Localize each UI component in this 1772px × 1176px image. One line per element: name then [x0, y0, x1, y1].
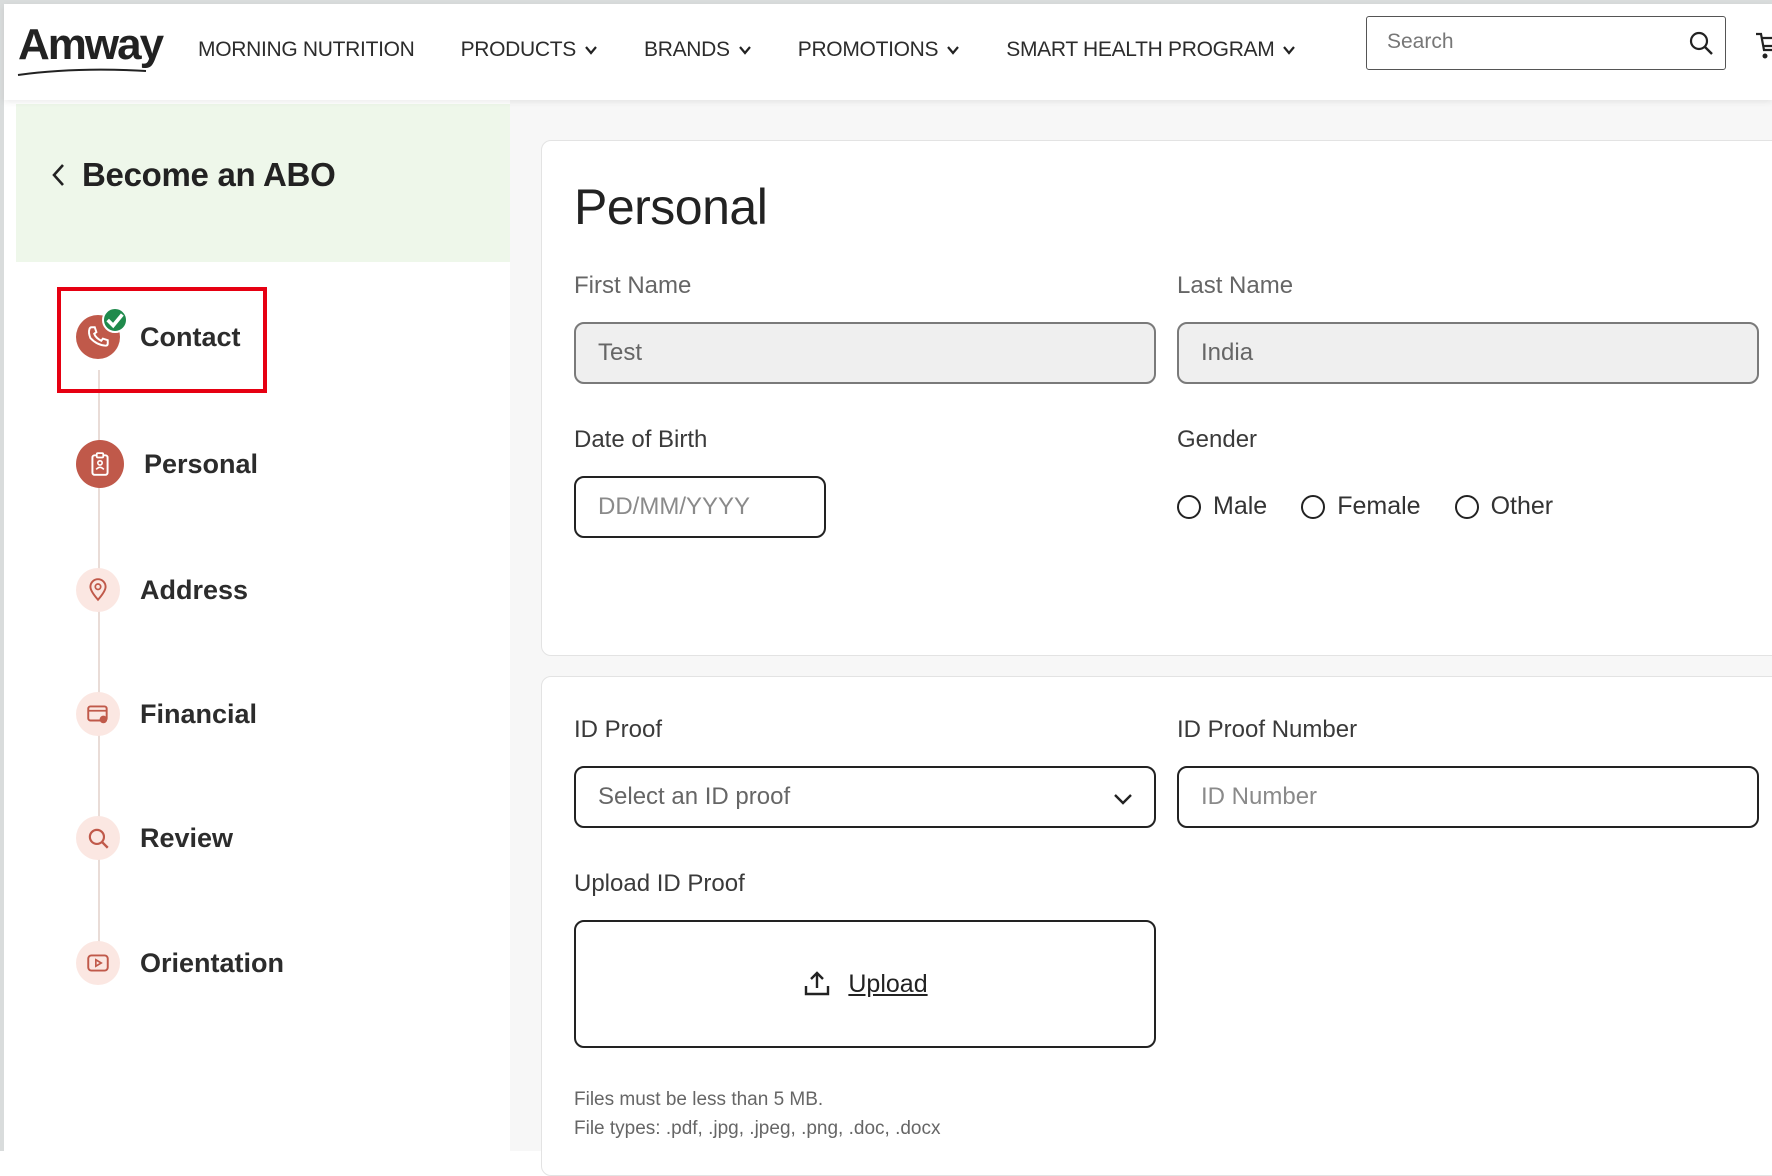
radio-circle	[1301, 494, 1326, 519]
id-number-field	[1177, 766, 1759, 828]
frame-left	[0, 0, 4, 1151]
search-input[interactable]	[1385, 29, 1669, 55]
nav-label: MORNING NUTRITION	[198, 38, 415, 61]
step-financial[interactable]: Financial	[76, 692, 257, 736]
step-icon-circle	[76, 941, 120, 985]
step-icon-circle	[76, 568, 120, 612]
radio-circle	[1177, 494, 1201, 519]
last-name-field[interactable]: India	[1177, 322, 1759, 384]
step-icon-circle	[76, 816, 120, 860]
last-name-label: Last Name	[1177, 272, 1294, 299]
logo-swoosh-icon	[17, 68, 147, 76]
first-name-value: Test	[598, 339, 643, 366]
step-label: Contact	[140, 321, 241, 352]
radio-label: Male	[1213, 492, 1268, 520]
dob-field	[574, 476, 826, 538]
magnifier-icon	[88, 828, 109, 849]
first-name-field[interactable]: Test	[574, 322, 1156, 384]
dob-label: Date of Birth	[574, 426, 708, 453]
first-name-label: First Name	[574, 272, 692, 299]
step-icon-circle	[76, 440, 124, 488]
chevron-down-icon	[1283, 46, 1296, 55]
step-label: Review	[140, 822, 234, 853]
chevron-down-icon	[585, 46, 597, 55]
nav-brands[interactable]: BRANDS	[644, 38, 752, 62]
last-name-value: India	[1201, 339, 1254, 366]
upload-id-proof-label: Upload ID Proof	[574, 870, 745, 897]
step-review[interactable]: Review	[76, 816, 233, 860]
step-icon-circle	[76, 307, 128, 359]
id-proof-select[interactable]: Select an ID proof	[574, 766, 1156, 828]
back-link[interactable]: Become an ABO	[48, 156, 336, 194]
gender-radio-group: Male Female Other	[1177, 492, 1587, 521]
cart-icon[interactable]	[1752, 30, 1772, 62]
id-number-input[interactable]	[1201, 783, 1757, 811]
nav-label: PRODUCTS	[460, 38, 577, 61]
site-header: Amway MORNING NUTRITION PRODUCTS BRANDS …	[4, 4, 1772, 100]
id-proof-select-value: Select an ID proof	[598, 783, 791, 810]
page-title: Personal	[574, 179, 768, 235]
play-icon	[87, 954, 109, 972]
upload-icon	[805, 971, 830, 996]
file-types-note: File types: .pdf, .jpg, .jpeg, .png, .do…	[574, 1118, 941, 1139]
amway-logo[interactable]: Amway	[18, 20, 164, 70]
gender-label: Gender	[1177, 426, 1258, 453]
step-label: Personal	[144, 448, 259, 479]
step-orientation[interactable]: Orientation	[76, 941, 284, 985]
radio-label: Other	[1490, 492, 1554, 520]
nav-smart-health-program[interactable]: SMART HEALTH PROGRAM	[1006, 38, 1296, 62]
clipboard-icon	[91, 452, 109, 476]
step-label: Financial	[140, 698, 258, 729]
search-box	[1366, 16, 1726, 70]
chevron-down-icon	[1114, 794, 1132, 805]
gender-other-radio[interactable]: Other	[1454, 492, 1554, 521]
upload-label: Upload	[848, 969, 928, 998]
radio-label: Female	[1337, 492, 1421, 520]
completed-check-icon	[102, 307, 128, 333]
chevron-down-icon	[947, 46, 960, 55]
file-size-note: Files must be less than 5 MB.	[574, 1089, 824, 1110]
search-icon[interactable]	[1687, 29, 1715, 57]
gender-male-radio[interactable]: Male	[1177, 492, 1267, 521]
step-label: Orientation	[140, 947, 285, 978]
step-address[interactable]: Address	[76, 568, 248, 612]
nav-label: BRANDS	[644, 38, 730, 61]
main-nav: MORNING NUTRITION PRODUCTS BRANDS PROMOT…	[198, 38, 1342, 62]
step-contact[interactable]: Contact	[76, 307, 241, 359]
dob-input[interactable]	[598, 493, 824, 521]
nav-products[interactable]: PRODUCTS	[461, 38, 598, 62]
nav-promotions[interactable]: PROMOTIONS	[798, 38, 961, 62]
step-label: Address	[140, 574, 249, 605]
id-proof-number-label: ID Proof Number	[1177, 716, 1358, 743]
back-label: Become an ABO	[82, 156, 336, 193]
gender-female-radio[interactable]: Female	[1301, 492, 1421, 521]
step-personal[interactable]: Personal	[76, 440, 258, 488]
upload-button[interactable]: Upload	[574, 920, 1156, 1048]
step-icon-circle	[76, 692, 120, 736]
chevron-left-icon	[52, 164, 64, 186]
nav-morning-nutrition[interactable]: MORNING NUTRITION	[198, 38, 415, 62]
nav-label: SMART HEALTH PROGRAM	[1006, 38, 1275, 61]
radio-circle	[1454, 494, 1479, 519]
wallet-icon	[87, 705, 108, 724]
nav-label: PROMOTIONS	[797, 38, 939, 61]
id-proof-label: ID Proof	[574, 716, 663, 743]
map-pin-icon	[89, 578, 107, 602]
chevron-down-icon	[738, 46, 751, 55]
